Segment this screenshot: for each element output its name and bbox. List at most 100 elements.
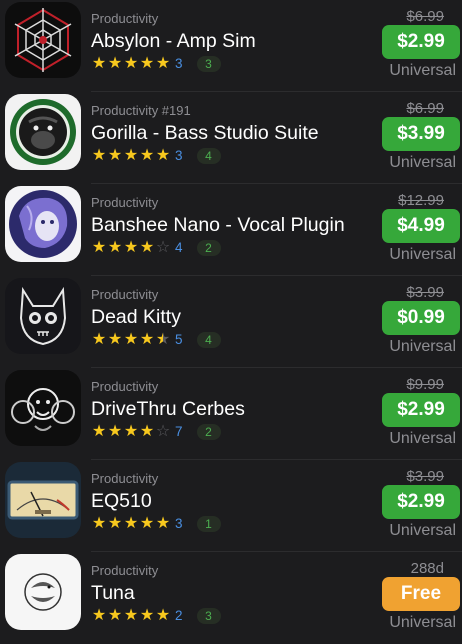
count-badge: 1 <box>196 516 221 532</box>
list-item-app[interactable]: Productivity Banshee Nano - Vocal Plugin… <box>0 184 462 276</box>
star-icon: ★ <box>139 607 155 624</box>
price-button[interactable]: $4.99 <box>382 209 460 243</box>
star-icon: ★ <box>139 423 155 440</box>
star-icon: ★ <box>107 515 123 532</box>
tuna-fish-icon[interactable] <box>5 554 81 630</box>
star-icon: ★ <box>123 239 139 256</box>
spider-web-emblem-icon[interactable] <box>5 2 81 78</box>
price-button[interactable]: $2.99 <box>382 393 460 427</box>
star-icon: ★ <box>155 55 171 72</box>
rating-count: 2 <box>175 608 183 623</box>
star-rating: ★ ★ ★ ★ ☆ 7 2 <box>91 423 221 441</box>
list-item-app[interactable]: Productivity #191 Gorilla - Bass Studio … <box>0 92 462 184</box>
star-rating: ★ ★ ★ ★ ☆ 4 2 <box>91 239 221 257</box>
count-badge: 4 <box>196 148 221 164</box>
rating-count: 3 <box>175 516 183 531</box>
platform-label: Universal <box>389 246 456 263</box>
platform-label: Universal <box>389 614 456 631</box>
app-name[interactable]: Tuna <box>91 582 135 605</box>
empty-star-icon: ☆ <box>155 423 171 440</box>
rating-count: 7 <box>175 424 183 439</box>
list-item-app[interactable]: Productivity EQ510 ★ ★ ★ ★ ★ 3 1 $3.99 $… <box>0 460 462 552</box>
app-name[interactable]: Gorilla - Bass Studio Suite <box>91 122 319 145</box>
star-icon: ★ <box>107 423 123 440</box>
star-icon: ★ <box>123 331 139 348</box>
banshee-face-icon[interactable] <box>5 186 81 262</box>
star-icon: ★ <box>155 607 171 624</box>
days-remaining: 288d <box>410 560 444 577</box>
app-name[interactable]: Absylon - Amp Sim <box>91 30 256 53</box>
original-price: $6.99 <box>406 8 444 25</box>
star-icon: ★ <box>107 331 123 348</box>
rating-count: 5 <box>175 332 183 347</box>
list-item-app[interactable]: Productivity Absylon - Amp Sim ★ ★ ★ ★ ★… <box>0 0 462 92</box>
platform-label: Universal <box>389 62 456 79</box>
star-rating: ★ ★ ★ ★ ★ 2 3 <box>91 607 221 625</box>
count-badge: 3 <box>196 56 221 72</box>
vu-meter-icon[interactable] <box>5 462 81 538</box>
star-icon: ★ <box>139 239 155 256</box>
app-deal-list: Productivity Absylon - Amp Sim ★ ★ ★ ★ ★… <box>0 0 462 640</box>
app-category: Productivity <box>91 287 159 302</box>
star-icon: ★ <box>91 607 107 624</box>
star-icon: ★ <box>139 55 155 72</box>
app-name[interactable]: Banshee Nano - Vocal Plugin <box>91 214 345 237</box>
count-badge: 2 <box>196 240 221 256</box>
price-button[interactable]: $3.99 <box>382 117 460 151</box>
star-icon: ★ <box>91 239 107 256</box>
count-badge: 4 <box>196 332 221 348</box>
star-icon: ★ <box>155 515 171 532</box>
star-icon: ★ <box>123 515 139 532</box>
list-item-app[interactable]: Productivity DriveThru Cerbes ★ ★ ★ ★ ☆ … <box>0 368 462 460</box>
star-rating: ★ ★ ★ ★ ★ 5 4 <box>91 331 221 349</box>
star-icon: ★ <box>107 55 123 72</box>
star-icon: ★ <box>91 423 107 440</box>
star-icon: ★ <box>107 239 123 256</box>
star-icon: ★ <box>139 147 155 164</box>
rating-count: 3 <box>175 148 183 163</box>
app-category: Productivity #191 <box>91 103 191 118</box>
platform-label: Universal <box>389 338 456 355</box>
count-badge: 3 <box>196 608 221 624</box>
price-button[interactable]: Free <box>382 577 460 611</box>
platform-label: Universal <box>389 522 456 539</box>
app-category: Productivity <box>91 471 159 486</box>
app-name[interactable]: Dead Kitty <box>91 306 181 329</box>
count-badge: 2 <box>196 424 221 440</box>
price-button[interactable]: $0.99 <box>382 301 460 335</box>
price-button[interactable]: $2.99 <box>382 25 460 59</box>
list-item-app[interactable]: Productivity Tuna ★ ★ ★ ★ ★ 2 3 288d Fre… <box>0 552 462 644</box>
star-rating: ★ ★ ★ ★ ★ 3 1 <box>91 515 221 533</box>
star-icon: ★ <box>139 331 155 348</box>
star-icon: ★ <box>107 607 123 624</box>
star-icon: ★ <box>123 607 139 624</box>
original-price: $3.99 <box>406 468 444 485</box>
app-name[interactable]: DriveThru Cerbes <box>91 398 245 421</box>
gorilla-icon[interactable] <box>5 94 81 170</box>
original-price: $3.99 <box>406 284 444 301</box>
star-icon: ★ <box>139 515 155 532</box>
original-price: $6.99 <box>406 100 444 117</box>
star-icon: ★ <box>91 55 107 72</box>
app-category: Productivity <box>91 195 159 210</box>
star-icon: ★ <box>107 147 123 164</box>
price-button[interactable]: $2.99 <box>382 485 460 519</box>
star-icon: ★ <box>91 515 107 532</box>
cat-skull-icon[interactable] <box>5 278 81 354</box>
star-icon: ★ <box>123 147 139 164</box>
app-category: Productivity <box>91 563 159 578</box>
platform-label: Universal <box>389 430 456 447</box>
platform-label: Universal <box>389 154 456 171</box>
star-icon: ★ <box>91 147 107 164</box>
rating-count: 3 <box>175 56 183 71</box>
original-price: $12.99 <box>398 192 444 209</box>
list-item-app[interactable]: Productivity Dead Kitty ★ ★ ★ ★ ★ 5 4 $3… <box>0 276 462 368</box>
star-icon: ★ <box>123 423 139 440</box>
original-price: $9.99 <box>406 376 444 393</box>
star-icon: ★ <box>123 55 139 72</box>
star-rating: ★ ★ ★ ★ ★ 3 3 <box>91 55 221 73</box>
three-headed-dog-icon[interactable] <box>5 370 81 446</box>
app-name[interactable]: EQ510 <box>91 490 152 513</box>
empty-star-icon: ☆ <box>155 239 171 256</box>
star-icon: ★ <box>91 331 107 348</box>
